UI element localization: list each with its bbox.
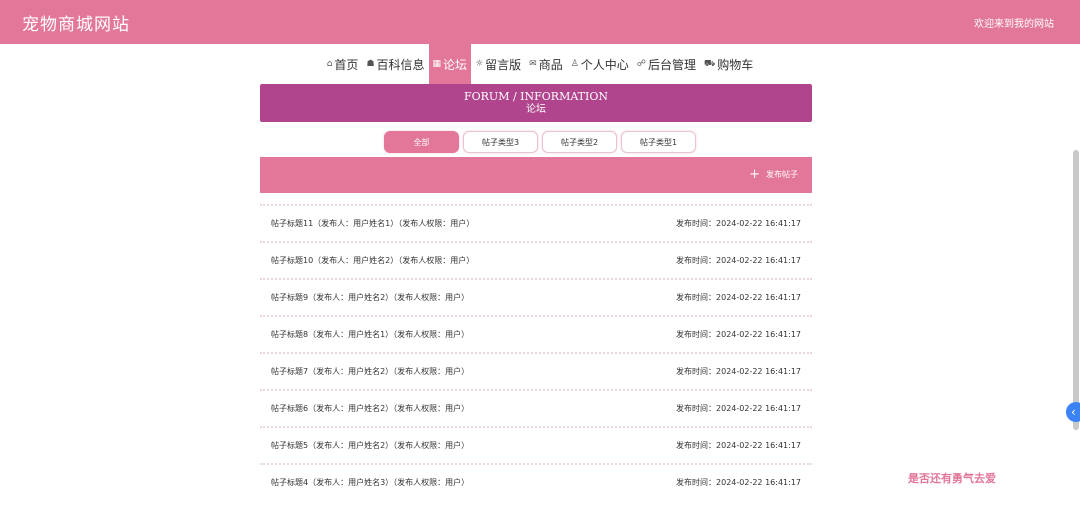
post-time: 发布时间：2024-02-22 16:41:17 (676, 478, 801, 487)
cart-icon: ⛟ (703, 58, 716, 69)
nav-item-label: 购物车 (717, 57, 754, 72)
home-icon: ⌂ (326, 59, 333, 69)
watermark-text: 是否还有勇气去爱 (908, 472, 996, 485)
link-icon: ☍ (636, 59, 646, 69)
chevron-left-icon: ‹ (1071, 405, 1076, 419)
post-list: 帖子标题11（发布人：用户姓名1）（发布人权限：用户） 发布时间：2024-02… (260, 204, 812, 500)
list-item[interactable]: 帖子标题7（发布人：用户姓名2）（发布人权限：用户） 发布时间：2024-02-… (260, 352, 812, 389)
side-toggle-button[interactable]: ‹ (1066, 402, 1080, 422)
main-nav: ⌂ 首页 ☗ 百科信息 ▦ 论坛 ☼ 留言版 ✉ 商品 ♙ 个人中心 ☍ 后台管… (0, 44, 1080, 84)
post-title: 帖子标题11（发布人：用户姓名1）（发布人权限：用户） (271, 219, 475, 228)
nav-item-encyclopedia[interactable]: ☗ 百科信息 (362, 44, 428, 84)
nav-item-label: 论坛 (443, 57, 468, 72)
list-item[interactable]: 帖子标题11（发布人：用户姓名1）（发布人权限：用户） 发布时间：2024-02… (260, 204, 812, 241)
list-item[interactable]: 帖子标题5（发布人：用户姓名2）（发布人权限：用户） 发布时间：2024-02-… (260, 426, 812, 463)
page-banner: FORUM / INFORMATION 论坛 (260, 84, 812, 122)
user-icon: ♙ (570, 59, 579, 69)
tab-type1[interactable]: 帖子类型1 (621, 131, 696, 153)
action-bar: + 发布帖子 (260, 157, 812, 193)
nav-item-messageboard[interactable]: ☼ 留言版 (471, 44, 525, 84)
goods-icon: ✉ (529, 59, 537, 69)
post-time: 发布时间：2024-02-22 16:41:17 (676, 367, 801, 376)
list-item[interactable]: 帖子标题10（发布人：用户姓名2）（发布人权限：用户） 发布时间：2024-02… (260, 241, 812, 278)
nav-item-home[interactable]: ⌂ 首页 (323, 44, 363, 84)
post-time: 发布时间：2024-02-22 16:41:17 (676, 330, 801, 339)
forum-icon: ▦ (432, 59, 442, 69)
plus-icon: + (749, 166, 760, 182)
nav-item-cart[interactable]: ⛟ 购物车 (700, 44, 757, 84)
site-title[interactable]: 宠物商城网站 (22, 10, 130, 35)
tab-all[interactable]: 全部 (384, 131, 459, 153)
nav-item-label: 个人中心 (580, 57, 629, 72)
nav-item-profile[interactable]: ♙ 个人中心 (567, 44, 633, 84)
top-header: 宠物商城网站 欢迎来到我的网站 (0, 0, 1080, 44)
tab-type3[interactable]: 帖子类型3 (463, 131, 538, 153)
welcome-text: 欢迎来到我的网站 (974, 19, 1054, 30)
banner-title-cn: 论坛 (526, 104, 546, 115)
post-time: 发布时间：2024-02-22 16:41:17 (676, 441, 801, 450)
post-title: 帖子标题4（发布人：用户姓名3）（发布人权限：用户） (271, 478, 470, 487)
post-title: 帖子标题6（发布人：用户姓名2）（发布人权限：用户） (271, 404, 470, 413)
book-icon: ☗ (366, 59, 375, 69)
publish-post-button[interactable]: + 发布帖子 (749, 166, 798, 182)
post-title: 帖子标题10（发布人：用户姓名2）（发布人权限：用户） (271, 256, 475, 265)
post-time: 发布时间：2024-02-22 16:41:17 (676, 404, 801, 413)
post-title: 帖子标题9（发布人：用户姓名2）（发布人权限：用户） (271, 293, 470, 302)
post-title: 帖子标题5（发布人：用户姓名2）（发布人权限：用户） (271, 441, 470, 450)
category-tabs: 全部 帖子类型3 帖子类型2 帖子类型1 (0, 131, 1080, 153)
post-time: 发布时间：2024-02-22 16:41:17 (676, 219, 801, 228)
nav-item-admin[interactable]: ☍ 后台管理 (633, 44, 700, 84)
publish-post-label: 发布帖子 (766, 170, 798, 179)
nav-item-label: 留言版 (485, 57, 522, 72)
post-time: 发布时间：2024-02-22 16:41:17 (676, 256, 801, 265)
list-item[interactable]: 帖子标题8（发布人：用户姓名1）（发布人权限：用户） 发布时间：2024-02-… (260, 315, 812, 352)
nav-item-label: 商品 (538, 57, 563, 72)
list-item[interactable]: 帖子标题6（发布人：用户姓名2）（发布人权限：用户） 发布时间：2024-02-… (260, 389, 812, 426)
post-title: 帖子标题7（发布人：用户姓名2）（发布人权限：用户） (271, 367, 470, 376)
post-time: 发布时间：2024-02-22 16:41:17 (676, 293, 801, 302)
list-item[interactable]: 帖子标题9（发布人：用户姓名2）（发布人权限：用户） 发布时间：2024-02-… (260, 278, 812, 315)
scrollbar[interactable] (1073, 150, 1079, 430)
nav-item-label: 后台管理 (647, 57, 696, 72)
nav-item-forum[interactable]: ▦ 论坛 (428, 44, 472, 84)
tab-type2[interactable]: 帖子类型2 (542, 131, 617, 153)
nav-item-goods[interactable]: ✉ 商品 (525, 44, 567, 84)
post-title: 帖子标题8（发布人：用户姓名1）（发布人权限：用户） (271, 330, 470, 339)
nav-item-label: 百科信息 (376, 57, 425, 72)
list-item[interactable]: 帖子标题4（发布人：用户姓名3）（发布人权限：用户） 发布时间：2024-02-… (260, 463, 812, 500)
message-icon: ☼ (475, 59, 484, 69)
nav-item-label: 首页 (334, 57, 359, 72)
banner-title-en: FORUM / INFORMATION (464, 90, 608, 103)
